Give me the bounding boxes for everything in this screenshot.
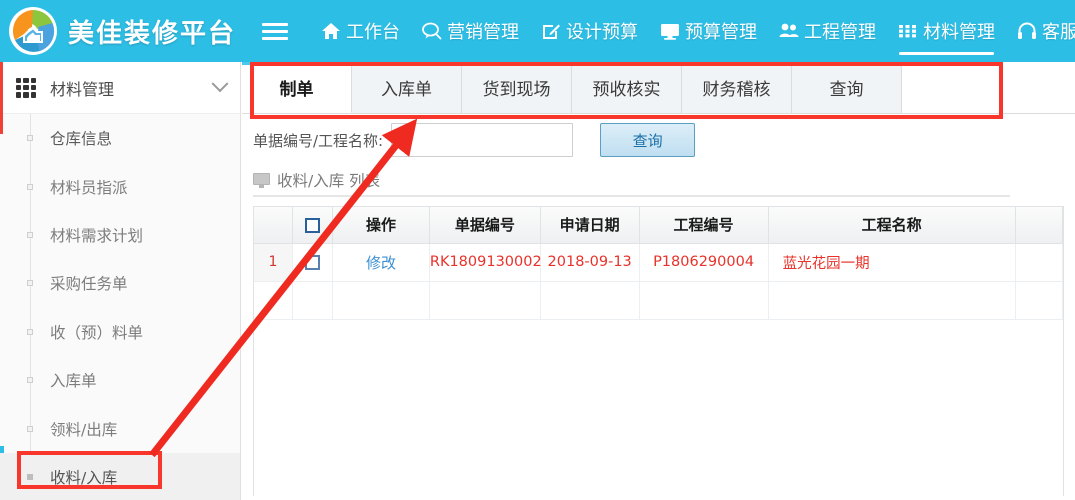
app-root: 美佳装修平台 工作台 营销管理 设计预算 预算管理 工程管理 材料管理 客服 材…	[0, 0, 1075, 500]
annotation-arrow	[149, 118, 418, 458]
